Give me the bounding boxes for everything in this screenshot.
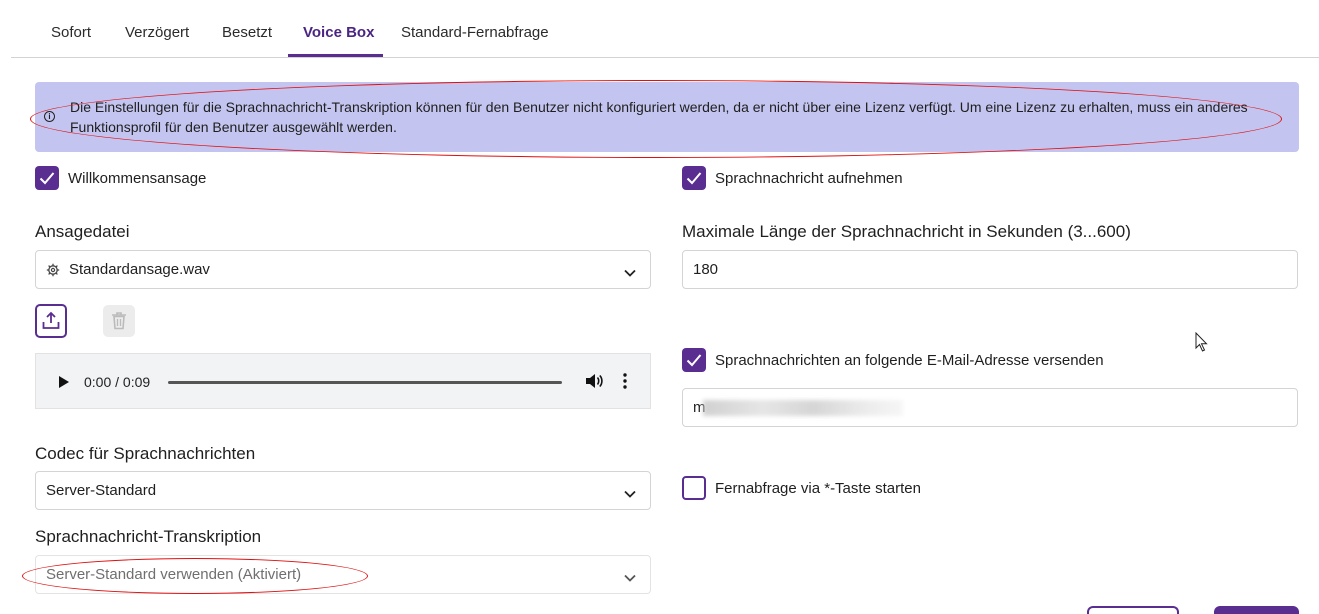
transcription-value: Server-Standard verwenden (Aktiviert)	[46, 566, 302, 583]
announcement-file-select[interactable]: Standardansage.wav	[35, 250, 651, 289]
email-input[interactable]: m	[682, 388, 1298, 427]
delete-button[interactable]	[103, 305, 135, 337]
chevron-down-icon	[624, 264, 636, 282]
gear-icon	[46, 263, 60, 282]
audio-progress-track[interactable]	[168, 381, 562, 384]
send-email-label: Sprachnachrichten an folgende E-Mail-Adr…	[715, 352, 1104, 369]
chevron-down-icon	[624, 485, 636, 503]
tab-bar: Sofort Verzögert Besetzt Voice Box Stand…	[11, 0, 1319, 58]
tab-standard-fernabfrage[interactable]: Standard-Fernabfrage	[401, 24, 549, 41]
transcription-select: Server-Standard verwenden (Aktiviert)	[35, 555, 651, 594]
remote-access-checkbox[interactable]	[682, 476, 706, 500]
send-email-checkbox[interactable]	[682, 348, 706, 372]
upload-button[interactable]	[35, 304, 67, 338]
audio-player: 0:00 / 0:09	[35, 353, 651, 409]
codec-value: Server-Standard	[46, 482, 157, 499]
upload-icon	[42, 311, 60, 336]
announcement-file-label: Ansagedatei	[35, 222, 130, 241]
secondary-action-button[interactable]	[1087, 606, 1179, 614]
info-icon: i	[44, 111, 55, 122]
tab-besetzt[interactable]: Besetzt	[222, 24, 272, 41]
mouse-cursor-icon	[1195, 331, 1209, 358]
audio-time: 0:00 / 0:09	[84, 374, 151, 390]
chevron-down-icon	[624, 569, 636, 587]
transcription-label: Sprachnachricht-Transkription	[35, 527, 262, 546]
record-label: Sprachnachricht aufnehmen	[715, 170, 903, 187]
license-info-banner: i Die Einstellungen für die Sprachnachri…	[35, 82, 1299, 152]
email-redacted	[703, 400, 903, 416]
announcement-file-value: Standardansage.wav	[69, 261, 210, 278]
tab-verzoegert[interactable]: Verzögert	[125, 24, 189, 41]
trash-icon	[111, 311, 127, 335]
record-checkbox[interactable]	[682, 166, 706, 190]
tab-voice-box[interactable]: Voice Box	[303, 24, 374, 41]
codec-select[interactable]: Server-Standard	[35, 471, 651, 510]
max-length-input[interactable]: 180	[682, 250, 1298, 289]
play-icon[interactable]	[58, 375, 70, 394]
max-length-label: Maximale Länge der Sprachnachricht in Se…	[682, 222, 1131, 241]
banner-text: Die Einstellungen für die Sprachnachrich…	[70, 99, 1248, 135]
welcome-label: Willkommensansage	[68, 170, 207, 187]
tab-sofort[interactable]: Sofort	[51, 24, 91, 41]
codec-label: Codec für Sprachnachrichten	[35, 444, 256, 463]
active-tab-indicator	[288, 54, 383, 57]
max-length-value: 180	[693, 261, 719, 278]
welcome-checkbox[interactable]	[35, 166, 59, 190]
more-options-icon[interactable]	[623, 373, 627, 394]
primary-action-button[interactable]	[1214, 606, 1299, 614]
remote-access-label: Fernabfrage via *-Taste starten	[715, 480, 921, 497]
volume-icon[interactable]	[585, 373, 603, 394]
